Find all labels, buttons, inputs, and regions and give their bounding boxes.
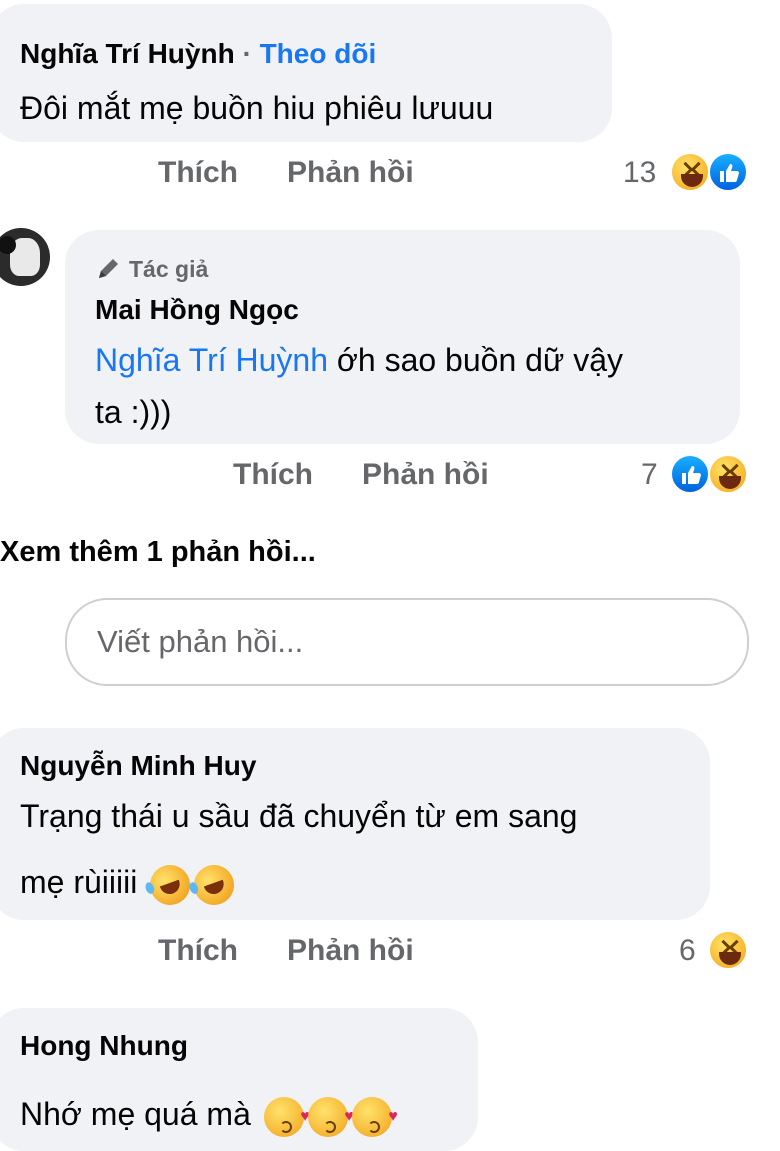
comment-author[interactable]: Nghĩa Trí Huỳnh · Theo dõi bbox=[20, 38, 376, 70]
comment-text: Nghĩa Trí Huỳnh ớh sao buồn dữ vậy bbox=[95, 342, 624, 378]
like-icon bbox=[670, 454, 710, 494]
like-icon bbox=[708, 152, 748, 192]
kiss-emoji-icon bbox=[351, 1091, 398, 1143]
kiss-emoji-icon bbox=[307, 1091, 354, 1143]
mention-link[interactable]: Nghĩa Trí Huỳnh bbox=[95, 342, 328, 378]
reaction-count[interactable]: 7 bbox=[641, 458, 658, 492]
comment-text: Đôi mắt mẹ buồn hiu phiêu lưuuu bbox=[20, 90, 494, 126]
reaction-count[interactable]: 13 bbox=[623, 156, 656, 190]
haha-icon bbox=[708, 930, 748, 970]
comment-bubble: Nguyễn Minh Huy Trạng thái u sầu đã chuy… bbox=[0, 728, 710, 920]
reply-input-placeholder: Viết phản hồi... bbox=[97, 624, 304, 659]
comment-bubble: Tác giả Mai Hồng Ngọc Nghĩa Trí Huỳnh ớh… bbox=[65, 230, 740, 444]
reply-button[interactable]: Phản hồi bbox=[287, 934, 414, 968]
reaction-count[interactable]: 6 bbox=[679, 934, 696, 968]
author-name[interactable]: Nghĩa Trí Huỳnh bbox=[20, 38, 235, 69]
author-name[interactable]: Mai Hồng Ngọc bbox=[95, 294, 299, 326]
rofl-emoji-icon bbox=[188, 858, 240, 911]
pencil-icon bbox=[95, 254, 123, 288]
comment-text: Trạng thái u sầu đã chuyển từ em sang bbox=[20, 798, 578, 834]
rofl-emoji-icon bbox=[144, 858, 196, 911]
view-more-replies[interactable]: Xem thêm 1 phản hồi... bbox=[0, 536, 316, 569]
comment-bubble: Hong Nhung Nhớ mẹ quá mà bbox=[0, 1008, 478, 1151]
comment-text-line2: ta :))) bbox=[95, 394, 172, 430]
avatar[interactable] bbox=[0, 228, 50, 286]
author-name[interactable]: Hong Nhung bbox=[20, 1030, 188, 1062]
reply-input[interactable]: Viết phản hồi... bbox=[65, 598, 749, 686]
reply-button[interactable]: Phản hồi bbox=[362, 458, 489, 492]
author-badge: Tác giả bbox=[95, 254, 208, 288]
comment-text-line2: mẹ rùiiiii bbox=[20, 856, 240, 911]
kiss-emoji-icon bbox=[263, 1091, 310, 1143]
like-button[interactable]: Thích bbox=[158, 156, 238, 190]
reply-button[interactable]: Phản hồi bbox=[287, 156, 414, 190]
separator: · bbox=[242, 38, 252, 69]
like-button[interactable]: Thích bbox=[158, 934, 238, 968]
like-button[interactable]: Thích bbox=[233, 458, 313, 492]
comment-bubble: Nghĩa Trí Huỳnh · Theo dõi Đôi mắt mẹ bu… bbox=[0, 4, 612, 142]
haha-icon bbox=[670, 152, 710, 192]
haha-icon bbox=[708, 454, 748, 494]
comment-text: Nhớ mẹ quá mà bbox=[20, 1088, 398, 1143]
author-name[interactable]: Nguyễn Minh Huy bbox=[20, 750, 256, 782]
follow-button[interactable]: Theo dõi bbox=[260, 38, 377, 69]
